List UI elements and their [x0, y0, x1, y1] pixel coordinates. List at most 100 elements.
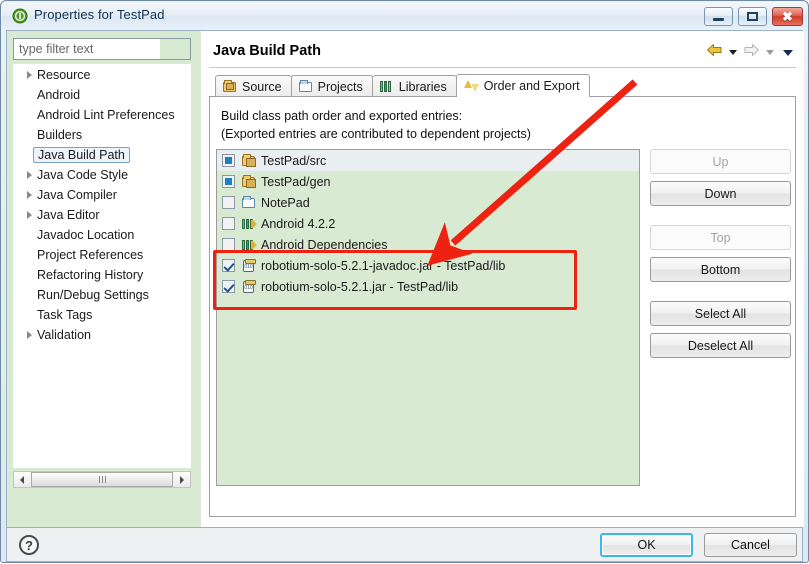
entry-label: Android 4.2.2	[261, 216, 336, 231]
tab-source[interactable]: Source	[215, 75, 292, 97]
forward-history-chevron-down-icon[interactable]	[766, 50, 774, 55]
entry-label: NotePad	[261, 195, 310, 210]
tab-label: Order and Export	[483, 79, 580, 93]
expand-triangle-icon[interactable]	[22, 211, 36, 219]
sidebar-item-android-lint-preferences[interactable]: Android Lint Preferences	[14, 105, 190, 125]
project-folder-icon	[241, 195, 257, 210]
settings-navigation-pane: Resource Android Android Lint Preferences B…	[7, 31, 201, 527]
deselect-all-button[interactable]: Deselect All	[650, 333, 791, 358]
page-navigation-toolbar	[706, 43, 796, 62]
maximize-button[interactable]	[738, 7, 767, 26]
source-folder-icon	[241, 153, 257, 168]
sidebar-item-android[interactable]: Android	[14, 85, 190, 105]
sidebar-item-label: Android Lint Preferences	[37, 108, 175, 122]
tab-order-and-export[interactable]: Order and Export	[455, 74, 590, 97]
sidebar-item-task-tags[interactable]: Task Tags	[14, 305, 190, 325]
sidebar-item-java-build-path[interactable]: Java Build Path	[14, 145, 190, 165]
entry-checkbox[interactable]	[222, 217, 235, 230]
sidebar-item-java-editor[interactable]: Java Editor	[14, 205, 190, 225]
sidebar-item-resource[interactable]: Resource	[14, 65, 190, 85]
sidebar-item-label: Java Code Style	[37, 168, 129, 182]
libraries-icon	[241, 217, 257, 231]
sidebar-item-label: Project References	[37, 248, 144, 262]
list-item[interactable]: TestPad/gen	[217, 171, 639, 192]
tab-label: Libraries	[398, 79, 447, 94]
expand-triangle-icon[interactable]	[22, 331, 36, 339]
classpath-entries-list[interactable]: TestPad/src TestPad/gen NotePad Android 4.2…	[216, 149, 640, 486]
minimize-icon	[705, 8, 732, 25]
sidebar-item-project-references[interactable]: Project References	[14, 245, 190, 265]
entry-checkbox[interactable]	[222, 196, 235, 209]
sidebar-item-java-code-style[interactable]: Java Code Style	[14, 165, 190, 185]
list-item[interactable]: robotium-solo-5.2.1.jar - TestPad/lib	[217, 276, 639, 297]
close-icon: ✖	[782, 9, 793, 24]
entry-label: robotium-solo-5.2.1-javadoc.jar - TestPa…	[261, 258, 506, 273]
up-button: Up	[650, 149, 791, 174]
tab-projects[interactable]: Projects	[290, 75, 373, 97]
sidebar-item-label: Validation	[37, 328, 91, 342]
filter-clear-area	[160, 39, 190, 59]
sidebar-item-label: Javadoc Location	[37, 228, 135, 242]
filter-field-wrapper	[13, 38, 191, 60]
down-button[interactable]: Down	[650, 181, 791, 206]
sidebar-item-refactoring-history[interactable]: Refactoring History	[14, 265, 190, 285]
minimize-button[interactable]	[704, 7, 733, 26]
jar-icon	[241, 258, 257, 273]
sidebar-item-validation[interactable]: Validation	[14, 325, 190, 345]
settings-tree[interactable]: Resource Android Android Lint Preferences B…	[13, 64, 191, 468]
sidebar-item-label: Resource	[37, 68, 91, 82]
tab-label: Projects	[317, 79, 363, 94]
sidebar-item-java-compiler[interactable]: Java Compiler	[14, 185, 190, 205]
sidebar-item-label: Refactoring History	[37, 268, 144, 282]
entry-checkbox[interactable]	[222, 280, 235, 293]
maximize-icon	[739, 8, 766, 25]
scroll-right-icon[interactable]	[174, 472, 190, 487]
list-item[interactable]: TestPad/src	[217, 150, 639, 171]
sidebar-item-run-debug-settings[interactable]: Run/Debug Settings	[14, 285, 190, 305]
description-line-2: (Exported entries are contributed to dep…	[221, 127, 531, 141]
help-icon[interactable]: ?	[19, 535, 39, 555]
back-history-chevron-down-icon[interactable]	[729, 50, 737, 55]
entry-checkbox[interactable]	[222, 259, 235, 272]
tab-label: Source	[242, 79, 282, 94]
view-menu-chevron-down-icon[interactable]	[783, 49, 793, 56]
tab-bar: Source Projects Libraries Order and Export	[215, 74, 590, 97]
list-item[interactable]: Android Dependencies	[217, 234, 639, 255]
bottom-button[interactable]: Bottom	[650, 257, 791, 282]
dialog-footer: ? OK Cancel	[6, 528, 803, 562]
expand-triangle-icon[interactable]	[22, 71, 36, 79]
sidebar-item-builders[interactable]: Builders	[14, 125, 190, 145]
scrollbar-thumb[interactable]	[31, 472, 173, 487]
entry-checkbox[interactable]	[222, 154, 235, 167]
list-item[interactable]: robotium-solo-5.2.1-javadoc.jar - TestPa…	[217, 255, 639, 276]
tab-libraries[interactable]: Libraries	[371, 75, 457, 97]
list-item[interactable]: NotePad	[217, 192, 639, 213]
forward-arrow-icon	[743, 43, 760, 62]
cancel-button[interactable]: Cancel	[704, 533, 797, 557]
tab-panel: Build class path order and exported entr…	[209, 96, 796, 517]
sidebar-item-label: Java Compiler	[37, 188, 117, 202]
source-folder-icon	[241, 174, 257, 189]
ok-button[interactable]: OK	[600, 533, 693, 557]
entry-label: Android Dependencies	[261, 237, 388, 252]
list-item[interactable]: Android 4.2.2	[217, 213, 639, 234]
description-line-1: Build class path order and exported entr…	[221, 109, 463, 123]
project-folder-icon	[298, 80, 313, 93]
order-export-icon	[463, 79, 479, 93]
select-all-button[interactable]: Select All	[650, 301, 791, 326]
back-arrow-icon[interactable]	[706, 43, 723, 62]
expand-triangle-icon[interactable]	[22, 191, 36, 199]
libraries-icon	[241, 238, 257, 252]
expand-triangle-icon[interactable]	[22, 171, 36, 179]
scroll-left-icon[interactable]	[14, 472, 30, 487]
entry-checkbox[interactable]	[222, 238, 235, 251]
top-button: Top	[650, 225, 791, 250]
window-title: Properties for TestPad	[34, 7, 165, 22]
settings-tree-hscrollbar[interactable]	[13, 471, 191, 488]
sidebar-item-javadoc-location[interactable]: Javadoc Location	[14, 225, 190, 245]
entry-checkbox[interactable]	[222, 175, 235, 188]
properties-dialog-window: Properties for TestPad ✖ Resource Android…	[0, 0, 809, 563]
title-bar: Properties for TestPad ✖	[2, 2, 807, 30]
close-button[interactable]: ✖	[772, 7, 803, 26]
sidebar-item-label: Java Build Path	[33, 147, 130, 163]
